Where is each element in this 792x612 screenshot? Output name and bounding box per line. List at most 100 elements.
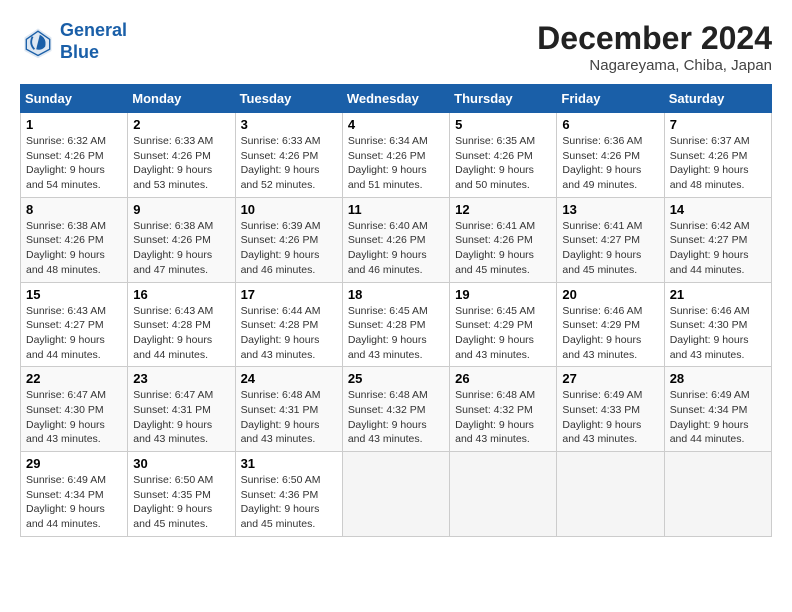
day-info: Sunrise: 6:42 AMSunset: 4:27 PMDaylight:… xyxy=(670,220,750,276)
table-row: 6 Sunrise: 6:36 AMSunset: 4:26 PMDayligh… xyxy=(557,113,664,198)
day-number: 10 xyxy=(241,202,337,217)
table-row: 9 Sunrise: 6:38 AMSunset: 4:26 PMDayligh… xyxy=(128,197,235,282)
day-info: Sunrise: 6:39 AMSunset: 4:26 PMDaylight:… xyxy=(241,220,321,276)
day-info: Sunrise: 6:41 AMSunset: 4:27 PMDaylight:… xyxy=(562,220,642,276)
day-number: 9 xyxy=(133,202,229,217)
day-info: Sunrise: 6:44 AMSunset: 4:28 PMDaylight:… xyxy=(241,305,321,361)
table-row: 7 Sunrise: 6:37 AMSunset: 4:26 PMDayligh… xyxy=(664,113,771,198)
col-tuesday: Tuesday xyxy=(235,85,342,113)
col-friday: Friday xyxy=(557,85,664,113)
day-number: 25 xyxy=(348,371,444,386)
day-info: Sunrise: 6:48 AMSunset: 4:32 PMDaylight:… xyxy=(455,389,535,445)
table-row xyxy=(664,452,771,537)
table-row: 28 Sunrise: 6:49 AMSunset: 4:34 PMDaylig… xyxy=(664,367,771,452)
location: Nagareyama, Chiba, Japan xyxy=(537,57,772,74)
logo-icon xyxy=(20,24,56,60)
day-info: Sunrise: 6:50 AMSunset: 4:35 PMDaylight:… xyxy=(133,474,213,530)
week-row-5: 29 Sunrise: 6:49 AMSunset: 4:34 PMDaylig… xyxy=(21,452,772,537)
col-wednesday: Wednesday xyxy=(342,85,449,113)
table-row: 21 Sunrise: 6:46 AMSunset: 4:30 PMDaylig… xyxy=(664,282,771,367)
day-number: 31 xyxy=(241,456,337,471)
table-row: 19 Sunrise: 6:45 AMSunset: 4:29 PMDaylig… xyxy=(450,282,557,367)
day-number: 19 xyxy=(455,287,551,302)
day-number: 15 xyxy=(26,287,122,302)
day-info: Sunrise: 6:32 AMSunset: 4:26 PMDaylight:… xyxy=(26,135,106,191)
table-row: 18 Sunrise: 6:45 AMSunset: 4:28 PMDaylig… xyxy=(342,282,449,367)
calendar-table: Sunday Monday Tuesday Wednesday Thursday… xyxy=(20,84,772,537)
day-number: 13 xyxy=(562,202,658,217)
col-saturday: Saturday xyxy=(664,85,771,113)
table-row: 25 Sunrise: 6:48 AMSunset: 4:32 PMDaylig… xyxy=(342,367,449,452)
day-info: Sunrise: 6:37 AMSunset: 4:26 PMDaylight:… xyxy=(670,135,750,191)
table-row: 15 Sunrise: 6:43 AMSunset: 4:27 PMDaylig… xyxy=(21,282,128,367)
day-info: Sunrise: 6:49 AMSunset: 4:34 PMDaylight:… xyxy=(670,389,750,445)
page-header: General Blue December 2024 Nagareyama, C… xyxy=(20,20,772,74)
table-row: 20 Sunrise: 6:46 AMSunset: 4:29 PMDaylig… xyxy=(557,282,664,367)
day-number: 24 xyxy=(241,371,337,386)
day-info: Sunrise: 6:33 AMSunset: 4:26 PMDaylight:… xyxy=(133,135,213,191)
day-info: Sunrise: 6:45 AMSunset: 4:28 PMDaylight:… xyxy=(348,305,428,361)
day-info: Sunrise: 6:40 AMSunset: 4:26 PMDaylight:… xyxy=(348,220,428,276)
table-row: 4 Sunrise: 6:34 AMSunset: 4:26 PMDayligh… xyxy=(342,113,449,198)
table-row: 31 Sunrise: 6:50 AMSunset: 4:36 PMDaylig… xyxy=(235,452,342,537)
table-row: 3 Sunrise: 6:33 AMSunset: 4:26 PMDayligh… xyxy=(235,113,342,198)
day-info: Sunrise: 6:46 AMSunset: 4:30 PMDaylight:… xyxy=(670,305,750,361)
table-row: 5 Sunrise: 6:35 AMSunset: 4:26 PMDayligh… xyxy=(450,113,557,198)
day-number: 27 xyxy=(562,371,658,386)
logo: General Blue xyxy=(20,20,127,63)
col-monday: Monday xyxy=(128,85,235,113)
day-number: 21 xyxy=(670,287,766,302)
day-number: 29 xyxy=(26,456,122,471)
day-number: 2 xyxy=(133,117,229,132)
day-number: 3 xyxy=(241,117,337,132)
day-info: Sunrise: 6:33 AMSunset: 4:26 PMDaylight:… xyxy=(241,135,321,191)
day-number: 16 xyxy=(133,287,229,302)
calendar-header-row: Sunday Monday Tuesday Wednesday Thursday… xyxy=(21,85,772,113)
day-info: Sunrise: 6:34 AMSunset: 4:26 PMDaylight:… xyxy=(348,135,428,191)
day-number: 17 xyxy=(241,287,337,302)
day-number: 26 xyxy=(455,371,551,386)
day-info: Sunrise: 6:36 AMSunset: 4:26 PMDaylight:… xyxy=(562,135,642,191)
day-info: Sunrise: 6:35 AMSunset: 4:26 PMDaylight:… xyxy=(455,135,535,191)
table-row: 11 Sunrise: 6:40 AMSunset: 4:26 PMDaylig… xyxy=(342,197,449,282)
table-row xyxy=(557,452,664,537)
day-info: Sunrise: 6:48 AMSunset: 4:32 PMDaylight:… xyxy=(348,389,428,445)
table-row: 8 Sunrise: 6:38 AMSunset: 4:26 PMDayligh… xyxy=(21,197,128,282)
table-row: 26 Sunrise: 6:48 AMSunset: 4:32 PMDaylig… xyxy=(450,367,557,452)
table-row: 24 Sunrise: 6:48 AMSunset: 4:31 PMDaylig… xyxy=(235,367,342,452)
day-info: Sunrise: 6:50 AMSunset: 4:36 PMDaylight:… xyxy=(241,474,321,530)
day-info: Sunrise: 6:48 AMSunset: 4:31 PMDaylight:… xyxy=(241,389,321,445)
table-row xyxy=(342,452,449,537)
logo-text: General Blue xyxy=(60,20,127,63)
day-number: 7 xyxy=(670,117,766,132)
day-info: Sunrise: 6:38 AMSunset: 4:26 PMDaylight:… xyxy=(133,220,213,276)
day-info: Sunrise: 6:49 AMSunset: 4:34 PMDaylight:… xyxy=(26,474,106,530)
table-row: 14 Sunrise: 6:42 AMSunset: 4:27 PMDaylig… xyxy=(664,197,771,282)
table-row xyxy=(450,452,557,537)
table-row: 1 Sunrise: 6:32 AMSunset: 4:26 PMDayligh… xyxy=(21,113,128,198)
table-row: 29 Sunrise: 6:49 AMSunset: 4:34 PMDaylig… xyxy=(21,452,128,537)
day-info: Sunrise: 6:47 AMSunset: 4:31 PMDaylight:… xyxy=(133,389,213,445)
table-row: 27 Sunrise: 6:49 AMSunset: 4:33 PMDaylig… xyxy=(557,367,664,452)
week-row-3: 15 Sunrise: 6:43 AMSunset: 4:27 PMDaylig… xyxy=(21,282,772,367)
day-info: Sunrise: 6:49 AMSunset: 4:33 PMDaylight:… xyxy=(562,389,642,445)
table-row: 16 Sunrise: 6:43 AMSunset: 4:28 PMDaylig… xyxy=(128,282,235,367)
col-sunday: Sunday xyxy=(21,85,128,113)
table-row: 12 Sunrise: 6:41 AMSunset: 4:26 PMDaylig… xyxy=(450,197,557,282)
week-row-2: 8 Sunrise: 6:38 AMSunset: 4:26 PMDayligh… xyxy=(21,197,772,282)
table-row: 22 Sunrise: 6:47 AMSunset: 4:30 PMDaylig… xyxy=(21,367,128,452)
day-number: 8 xyxy=(26,202,122,217)
col-thursday: Thursday xyxy=(450,85,557,113)
day-number: 14 xyxy=(670,202,766,217)
day-info: Sunrise: 6:38 AMSunset: 4:26 PMDaylight:… xyxy=(26,220,106,276)
table-row: 23 Sunrise: 6:47 AMSunset: 4:31 PMDaylig… xyxy=(128,367,235,452)
day-number: 11 xyxy=(348,202,444,217)
day-number: 12 xyxy=(455,202,551,217)
day-number: 5 xyxy=(455,117,551,132)
day-info: Sunrise: 6:45 AMSunset: 4:29 PMDaylight:… xyxy=(455,305,535,361)
day-info: Sunrise: 6:43 AMSunset: 4:27 PMDaylight:… xyxy=(26,305,106,361)
day-number: 6 xyxy=(562,117,658,132)
table-row: 17 Sunrise: 6:44 AMSunset: 4:28 PMDaylig… xyxy=(235,282,342,367)
title-block: December 2024 Nagareyama, Chiba, Japan xyxy=(537,20,772,74)
day-info: Sunrise: 6:46 AMSunset: 4:29 PMDaylight:… xyxy=(562,305,642,361)
